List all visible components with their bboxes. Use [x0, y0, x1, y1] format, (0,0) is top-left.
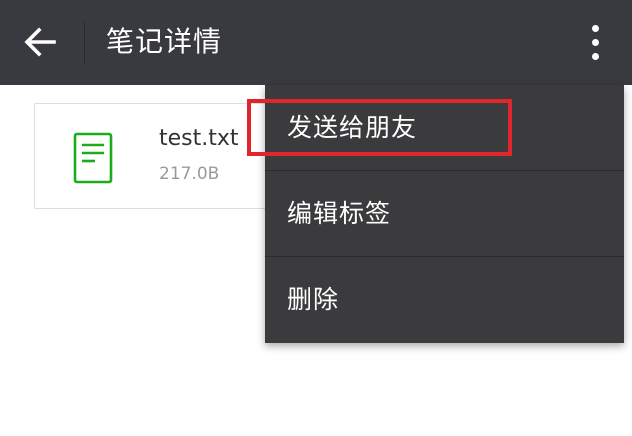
- menu-item-send-to-friend[interactable]: 发送给朋友: [265, 85, 624, 170]
- overflow-menu: 发送给朋友 编辑标签 删除: [265, 85, 624, 343]
- document-icon: [73, 132, 113, 184]
- app-bar: 笔记详情: [0, 0, 632, 85]
- back-button[interactable]: [14, 20, 66, 64]
- app-bar-divider: [84, 22, 85, 64]
- menu-item-label: 发送给朋友: [287, 113, 418, 142]
- menu-item-delete[interactable]: 删除: [265, 257, 624, 342]
- more-options-button[interactable]: [576, 18, 616, 68]
- menu-item-label: 删除: [287, 285, 340, 314]
- menu-item-edit-tags[interactable]: 编辑标签: [265, 171, 624, 256]
- arrow-left-icon: [24, 27, 56, 57]
- menu-item-label: 编辑标签: [287, 199, 392, 228]
- page-title: 笔记详情: [106, 25, 223, 58]
- file-size: 217.0B: [159, 164, 220, 184]
- file-name: test.txt: [159, 126, 239, 151]
